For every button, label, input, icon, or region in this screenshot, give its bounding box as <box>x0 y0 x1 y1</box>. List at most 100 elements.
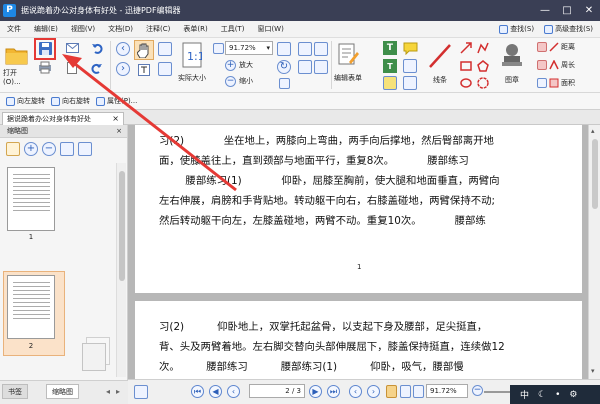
erase-all-button[interactable] <box>536 59 548 71</box>
status-zoom-out-icon[interactable]: − <box>472 385 483 396</box>
status-zoom-select[interactable]: 91.72% <box>426 384 468 398</box>
facing-button[interactable] <box>314 60 328 74</box>
continuous-button[interactable] <box>298 60 312 74</box>
menu-form[interactable]: 表单(R) <box>176 24 213 34</box>
status-options-icon[interactable] <box>134 385 148 399</box>
thumbnail-rotate-icon[interactable] <box>60 142 74 156</box>
prev-page-button[interactable]: ◀ <box>209 385 222 398</box>
lines-label[interactable]: 线条 <box>424 74 456 86</box>
rotate-right-button[interactable]: 向右旋转 <box>51 96 90 106</box>
actual-size-label[interactable]: 实际大小 <box>174 72 210 84</box>
prev-view-button[interactable]: ‹ <box>349 385 362 398</box>
polygon-button[interactable] <box>476 59 490 73</box>
single-page-button[interactable] <box>298 42 312 56</box>
page-number-input[interactable]: 2 / 3 <box>249 384 305 398</box>
menu-edit[interactable]: 编辑(E) <box>27 24 64 34</box>
single-page-view-icon[interactable] <box>386 385 397 398</box>
cloud-button[interactable] <box>476 76 490 90</box>
textbox-button[interactable]: T <box>383 59 397 73</box>
thumbnail-rotate-ccw-icon[interactable] <box>78 142 92 156</box>
advanced-search-button[interactable]: 高级查找(S) <box>541 22 596 36</box>
close-panel-icon[interactable]: × <box>116 125 122 138</box>
thumbnail-scrollbar[interactable] <box>116 163 126 377</box>
open-label[interactable]: 打开(O)... <box>3 69 33 86</box>
highlight-button[interactable] <box>383 76 397 90</box>
last-page-button[interactable]: ⏭ <box>327 385 340 398</box>
zoom-select[interactable]: 91.72% ▾ <box>225 41 273 55</box>
perimeter-button[interactable]: 周长 <box>549 58 599 72</box>
minimize-button[interactable]: — <box>534 0 556 21</box>
thumbnail-zoom-out-icon[interactable]: − <box>42 142 56 156</box>
callout-button[interactable] <box>402 59 418 73</box>
rectangle-button[interactable] <box>459 59 473 73</box>
close-tab-icon[interactable]: × <box>112 113 119 125</box>
polyline-button[interactable] <box>476 41 490 55</box>
note-button[interactable] <box>402 41 418 55</box>
back-history-button[interactable]: ‹ <box>227 385 240 398</box>
thumbnail-options-icon[interactable] <box>6 142 20 156</box>
rotate-left-button[interactable]: 向左旋转 <box>6 96 45 106</box>
continuous-view-icon[interactable] <box>400 385 411 398</box>
ellipse-button[interactable] <box>459 76 473 90</box>
hand-tool-button[interactable] <box>134 40 154 60</box>
actual-size-button[interactable]: 1:1 <box>180 41 204 69</box>
thumbnail-page-1[interactable] <box>7 167 55 231</box>
search-button[interactable]: 查找(S) <box>496 22 537 36</box>
forward-button[interactable]: › <box>116 62 130 76</box>
eraser-button[interactable] <box>536 41 548 53</box>
thumbnails-tab[interactable]: 缩略图 <box>46 384 79 399</box>
panel-tabs-left-arrow-icon[interactable]: ◂ <box>106 387 110 396</box>
back-button[interactable]: ‹ <box>116 42 130 56</box>
new-doc-button[interactable] <box>65 62 79 74</box>
fit-width-button[interactable] <box>277 42 291 56</box>
stamp-button[interactable] <box>498 40 526 70</box>
menu-tools[interactable]: 工具(T) <box>214 24 251 34</box>
edit-form-button[interactable] <box>336 41 360 67</box>
bookmarks-tab[interactable]: 书签 <box>2 384 28 399</box>
undo-button[interactable] <box>90 42 104 54</box>
close-button[interactable]: ✕ <box>578 0 600 21</box>
thumbnail-page-2[interactable] <box>7 275 55 339</box>
arrow-shape-button[interactable] <box>459 41 473 55</box>
select-tool-button[interactable] <box>134 62 154 78</box>
rotate-view-button[interactable]: ↻ <box>277 60 291 74</box>
panel-tabs-right-arrow-icon[interactable]: ▸ <box>116 387 120 396</box>
edit-form-label[interactable]: 编辑表单 <box>330 72 366 84</box>
menu-window[interactable]: 窗口(W) <box>250 24 289 34</box>
scroll-down-icon[interactable]: ▾ <box>591 367 595 375</box>
open-button[interactable] <box>4 42 30 68</box>
scroll-thumb[interactable] <box>592 139 598 209</box>
distance-button[interactable]: 距离 <box>549 40 599 54</box>
next-view-button[interactable]: › <box>367 385 380 398</box>
menu-file[interactable]: 文件 <box>0 24 27 34</box>
brush-button[interactable] <box>536 77 548 89</box>
maximize-button[interactable]: □ <box>556 0 578 21</box>
first-page-button[interactable]: ⏮ <box>191 385 204 398</box>
email-button[interactable] <box>65 42 79 54</box>
next-page-button[interactable]: ▶ <box>309 385 322 398</box>
facing-view-icon[interactable] <box>413 385 424 398</box>
menu-comment[interactable]: 注释(C) <box>139 24 176 34</box>
print-button[interactable] <box>37 60 53 74</box>
thumbnail-zoom-in-icon[interactable]: + <box>24 142 38 156</box>
document-scrollbar[interactable]: ▴ ▾ <box>588 125 600 379</box>
fit-page-button[interactable] <box>212 42 224 54</box>
stamp-label[interactable]: 图章 <box>498 74 526 86</box>
line-tool-button[interactable] <box>426 41 454 71</box>
zoom-out-button[interactable]: − 缩小 <box>225 75 265 87</box>
page-view-button[interactable] <box>277 76 291 90</box>
redo-button[interactable] <box>90 62 104 74</box>
menu-document[interactable]: 文档(D) <box>101 24 139 34</box>
menu-view[interactable]: 视图(V) <box>64 24 101 34</box>
zoom-in-button[interactable]: + 放大 <box>225 59 265 71</box>
properties-button[interactable]: 属性(P)... <box>96 96 137 106</box>
ime-indicator[interactable]: 中 ☾ • ⚙ <box>510 385 600 404</box>
zoom-tool-button[interactable] <box>158 62 172 76</box>
text-tool-button[interactable]: T <box>383 41 397 55</box>
snapshot-button[interactable] <box>158 42 172 56</box>
two-page-button[interactable] <box>314 42 328 56</box>
document-tab[interactable]: 据说跪着办公对身体有好处 × <box>2 112 124 125</box>
document-viewer[interactable]: 习(2) 坐在地上，两膝向上弯曲，两手向后撑地，然后臀部离开地 面，使膝盖往上，… <box>128 125 588 379</box>
area-button[interactable]: 面积 <box>549 76 599 90</box>
stamp-small-button[interactable] <box>402 76 418 90</box>
